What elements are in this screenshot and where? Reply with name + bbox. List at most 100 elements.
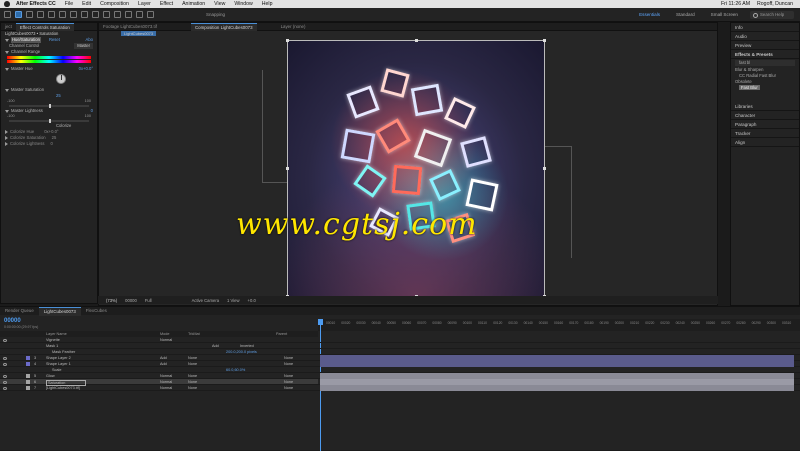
timeline-timecode[interactable]: 00000 (4, 318, 21, 324)
comp-breadcrumb-label[interactable]: LightCubes0073 (121, 31, 157, 36)
panel-tracker[interactable]: Tracker (731, 129, 799, 138)
tab-effect-controls[interactable]: Effect Controls Saturation (15, 22, 74, 31)
label-swatch[interactable] (26, 386, 30, 390)
layer-mode[interactable]: Normal (160, 385, 172, 391)
layer-row[interactable]: 7 [LightCubes0073.tif] Normal None None (0, 385, 318, 391)
master-hue-dial[interactable] (56, 74, 66, 84)
selection-tool-icon[interactable] (15, 11, 22, 18)
eraser-tool-icon[interactable] (136, 11, 143, 18)
camera-tool-icon[interactable] (59, 11, 66, 18)
eye-icon[interactable] (3, 362, 7, 366)
menu-help[interactable]: Help (262, 1, 273, 7)
eye-icon[interactable] (3, 374, 7, 378)
menu-edit[interactable]: Edit (82, 1, 91, 7)
expand-triangle-icon[interactable] (5, 142, 8, 146)
fx-reset-button[interactable]: Reset (49, 37, 60, 43)
transform-handle[interactable] (286, 167, 289, 170)
pan-tool-icon[interactable] (70, 11, 77, 18)
workspace-small-screen[interactable]: Small Screen (711, 12, 738, 17)
transform-handle[interactable] (543, 167, 546, 170)
menu-window[interactable]: Window (234, 1, 252, 7)
master-saturation-slider[interactable] (9, 104, 89, 108)
brush-tool-icon[interactable] (114, 11, 121, 18)
rectangle-tool-icon[interactable] (81, 11, 88, 18)
resolution-select[interactable]: Full (145, 298, 152, 303)
apple-icon[interactable] (4, 1, 10, 7)
transform-handle[interactable] (286, 39, 289, 42)
menu-file[interactable]: File (65, 1, 73, 7)
collapse-triangle-icon[interactable] (5, 50, 9, 54)
collapse-triangle-icon[interactable] (5, 109, 9, 113)
puppet-tool-icon[interactable] (147, 11, 154, 18)
home-tool-icon[interactable] (4, 11, 11, 18)
pen-tool-icon[interactable] (92, 11, 99, 18)
zoom-tool-icon[interactable] (37, 11, 44, 18)
panel-align[interactable]: Align (731, 138, 799, 147)
expand-triangle-icon[interactable] (5, 136, 8, 140)
tab-layer[interactable]: Layer (none) (277, 23, 310, 31)
panel-preview[interactable]: Preview (731, 41, 799, 50)
collapse-triangle-icon[interactable] (5, 88, 9, 92)
tab-flexcubes[interactable]: FlexCubes (81, 307, 112, 315)
label-swatch[interactable] (26, 356, 30, 360)
collapse-triangle-icon[interactable] (5, 67, 9, 71)
stamp-tool-icon[interactable] (125, 11, 132, 18)
menu-app-name[interactable]: After Effects CC (16, 1, 56, 7)
master-lightness-value[interactable]: 0 (91, 108, 97, 114)
workspace-standard[interactable]: Standard (676, 12, 695, 17)
expand-triangle-icon[interactable] (5, 130, 8, 134)
zoom-select[interactable]: (73%) (106, 298, 117, 303)
label-swatch[interactable] (26, 374, 30, 378)
rotate-tool-icon[interactable] (48, 11, 55, 18)
camera-select[interactable]: Active Camera (192, 298, 219, 303)
eye-icon[interactable] (3, 356, 7, 360)
menu-view[interactable]: View (214, 1, 225, 7)
panel-paragraph[interactable]: Paragraph (731, 120, 799, 129)
tab-render-queue[interactable]: Render Queue (0, 307, 39, 315)
menu-user[interactable]: Rogoff, Duncan (757, 1, 793, 7)
transform-handle[interactable] (415, 39, 418, 42)
channel-range-hue-bar[interactable] (7, 56, 91, 59)
type-tool-icon[interactable] (103, 11, 110, 18)
eye-icon[interactable] (3, 386, 7, 390)
layer-duration-bar[interactable] (318, 385, 800, 391)
snapping-toggle[interactable]: Snapping (206, 12, 225, 17)
panel-libraries[interactable]: Libraries (731, 102, 799, 111)
tab-project[interactable]: ject (1, 23, 16, 31)
panel-effects-presets[interactable]: Effects & Presets (731, 50, 799, 59)
panel-info[interactable]: Info (731, 23, 799, 32)
exposure-value[interactable]: +0.0 (248, 298, 256, 303)
transform-handle[interactable] (543, 39, 546, 42)
panel-character[interactable]: Character (731, 111, 799, 120)
menu-layer[interactable]: Layer (138, 1, 151, 7)
tab-timeline-comp[interactable]: LightCubes0073 (38, 306, 81, 316)
master-lightness-slider[interactable] (9, 119, 89, 123)
master-hue-value[interactable]: 0x+0.0° (79, 66, 97, 72)
layer-parent[interactable]: None (284, 385, 293, 391)
eye-icon[interactable] (3, 380, 7, 384)
collapse-triangle-icon[interactable] (5, 38, 9, 42)
effects-search-input[interactable]: fast bl (735, 60, 795, 66)
layer-trkmat[interactable]: None (188, 385, 197, 391)
menu-composition[interactable]: Composition (100, 1, 129, 7)
viewer-timecode[interactable]: 00000 (125, 298, 137, 303)
composition-canvas[interactable] (287, 40, 545, 297)
ruler-tick-label: 00060 (402, 321, 412, 325)
search-help-input[interactable]: Search Help (750, 10, 794, 19)
hand-tool-icon[interactable] (26, 11, 33, 18)
label-swatch[interactable] (26, 380, 30, 384)
label-swatch[interactable] (26, 362, 30, 366)
menu-effect[interactable]: Effect (160, 1, 173, 7)
tab-composition[interactable]: Composition LightCubes0073 (190, 22, 257, 31)
eye-icon[interactable] (3, 338, 7, 342)
views-select[interactable]: 1 View (227, 298, 240, 303)
menu-animation[interactable]: Animation (182, 1, 205, 7)
time-ruler[interactable]: 00010 00020 00030 00040 00050 00060 00070 00080… (318, 319, 800, 331)
channel-control-select[interactable]: Master (74, 43, 93, 49)
tab-footage[interactable]: Footage LightCubes0073.tif (99, 23, 161, 31)
colorize-lightness-value[interactable]: 0 (50, 141, 52, 147)
panel-audio[interactable]: Audio (731, 32, 799, 41)
workspace-essentials[interactable]: Essentials (639, 12, 660, 17)
motion-path-guide (545, 146, 572, 258)
